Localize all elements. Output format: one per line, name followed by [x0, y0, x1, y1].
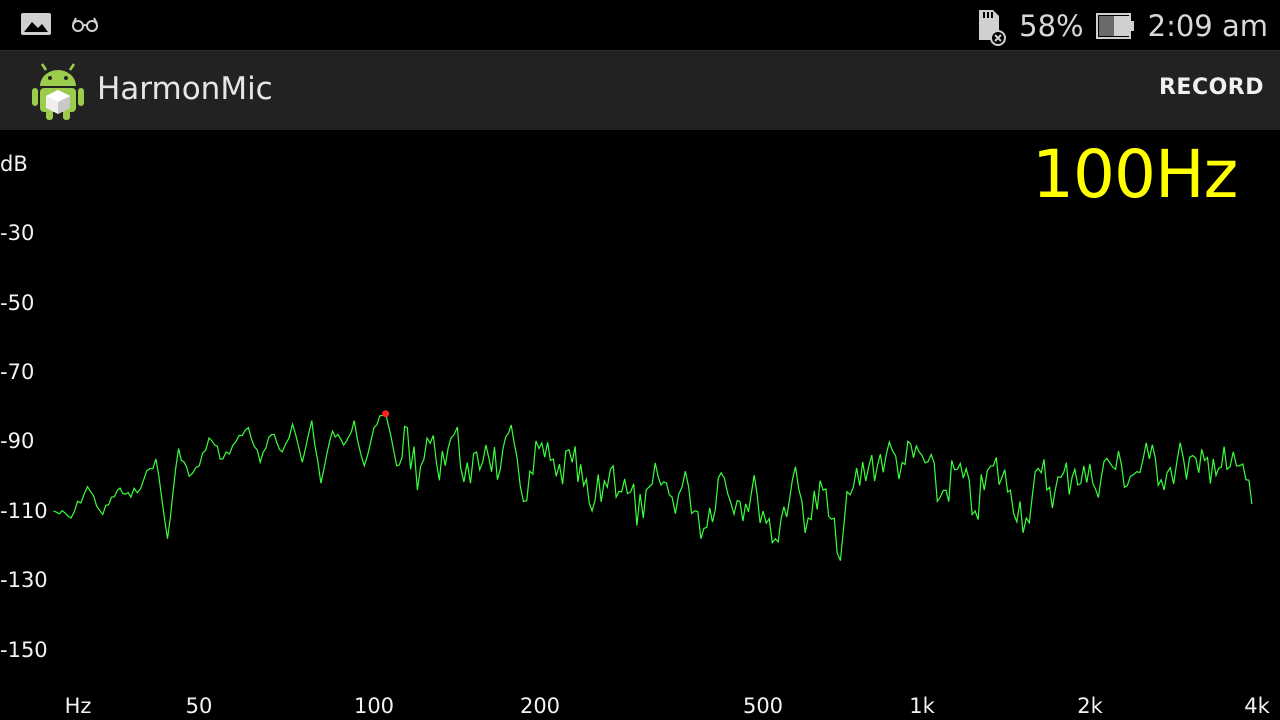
gallery-icon: [21, 13, 51, 35]
x-tick-label: 500: [742, 694, 784, 718]
x-tick-label: 200: [519, 694, 561, 718]
glasses-icon: [72, 17, 98, 32]
record-button[interactable]: RECORD: [1159, 75, 1264, 100]
action-bar: HarmonMic RECORD: [0, 50, 1280, 130]
spectrum-plot[interactable]: [0, 130, 1280, 720]
spectrum-trace: [53, 412, 1253, 561]
app-title: HarmonMic: [97, 71, 273, 107]
spectrum-chart: [53, 410, 1253, 561]
y-axis-label: dB: [0, 152, 28, 176]
peak-marker: [382, 410, 390, 418]
y-tick-label: -150: [0, 638, 48, 662]
x-tick-label: 50: [185, 694, 213, 718]
y-tick-label: -30: [0, 221, 35, 245]
y-tick-label: -50: [0, 291, 35, 315]
x-tick-label: 1k: [909, 694, 935, 718]
y-tick-label: -90: [0, 429, 35, 453]
x-tick-label: 100: [353, 694, 395, 718]
battery-percent: 58%: [1019, 9, 1084, 43]
battery-icon: [1095, 13, 1134, 39]
clock: 2:09 am: [1147, 9, 1268, 43]
android-app-icon: [32, 63, 84, 120]
y-tick-label: -110: [0, 499, 48, 523]
x-tick-label: 4k: [1244, 694, 1270, 718]
x-axis-label: Hz: [64, 694, 92, 718]
y-tick-label: -70: [0, 360, 35, 384]
status-bar: 58% 2:09 am: [0, 0, 1280, 50]
x-tick-label: 2k: [1077, 694, 1103, 718]
frequency-readout: 100Hz: [1032, 136, 1238, 213]
sd-card-error-icon: [979, 10, 1007, 46]
y-tick-label: -130: [0, 568, 48, 592]
